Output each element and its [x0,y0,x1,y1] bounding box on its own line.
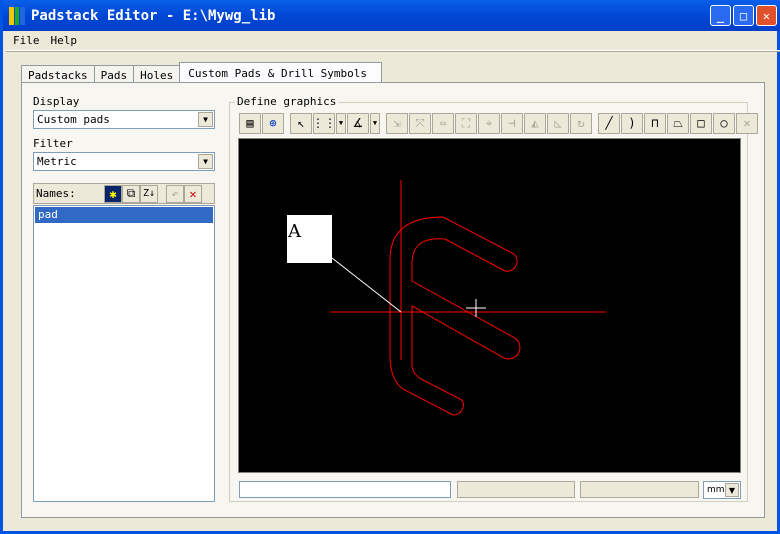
filter-value: Metric [37,155,77,168]
title-bar: Padstack Editor - E:\Mywg_lib _ □ ✕ [3,0,780,31]
list-item[interactable]: pad [35,207,213,223]
chevron-down-icon[interactable]: ▼ [725,483,739,497]
chamfer-icon[interactable]: ◺ [547,112,569,134]
display-label: Display [33,95,80,108]
line-icon[interactable]: ╱ [598,112,620,134]
menu-help[interactable]: Help [51,34,78,47]
align-icon[interactable]: ⇲ [386,112,408,134]
select-pointer-icon[interactable]: ↖ [290,112,312,134]
window-title: Padstack Editor - E:\Mywg_lib [31,7,276,24]
move-icon[interactable]: ⌖ [478,112,500,134]
display-select[interactable]: Custom pads ▼ [33,110,215,129]
padstack-editor-window: Padstack Editor - E:\Mywg_lib _ □ ✕ File… [0,0,780,534]
graphics-canvas[interactable]: A [238,138,741,473]
units-select[interactable]: mm ▼ [703,481,741,499]
arc-icon[interactable]: ) [621,112,643,134]
display-value: Custom pads [37,113,110,126]
tab-bar: Padstacks Pads Holes Custom Pads & Drill… [21,62,383,84]
flip-icon[interactable]: ◭ [524,112,546,134]
menu-bar: File Help [6,31,780,51]
new-icon[interactable]: ✱ [104,184,122,203]
tab-custom-pads[interactable]: Custom Pads & Drill Symbols [179,62,383,84]
close-button[interactable]: ✕ [756,5,777,26]
names-label: Names: [36,187,76,200]
zoom-fit-icon[interactable]: ⊕ [262,112,284,134]
properties-icon[interactable]: ▤ [239,112,261,134]
trim-icon[interactable]: ⊣ [501,112,523,134]
rotate-icon[interactable]: ↻ [570,112,592,134]
shrink-icon[interactable]: ⇔ [432,112,454,134]
polyline-icon[interactable]: ⊓ [644,112,666,134]
names-toolbar: Names: ✱ ⧉ Z↓ ↶ ✕ [33,183,215,204]
canvas-drawing: A [287,180,606,416]
status-field-1 [457,481,575,498]
copy-icon[interactable]: ⧉ [122,184,140,203]
angle-icon[interactable]: ∡ [347,112,369,134]
chevron-down-icon[interactable]: ▼ [370,112,380,134]
sort-icon[interactable]: Z↓ [140,184,158,203]
undo-icon[interactable]: ↶ [166,184,184,203]
command-input[interactable] [239,481,451,498]
custom-pad-shape[interactable] [389,216,521,416]
minimize-button[interactable]: _ [710,5,731,26]
rectangle-icon[interactable]: □ [690,112,712,134]
expand-icon[interactable]: ⛶ [455,112,477,134]
app-icon [9,6,26,25]
filter-select[interactable]: Metric ▼ [33,152,215,171]
maximize-button[interactable]: □ [733,5,754,26]
grid-icon[interactable]: ⋮⋮ [312,112,336,134]
delete-shape-icon[interactable]: ✕ [736,112,758,134]
marker-text: A [287,221,302,242]
mirror-icon[interactable]: ⤧ [409,112,431,134]
define-graphics-label: Define graphics [235,95,339,108]
filter-label: Filter [33,137,73,150]
units-value: mm [707,485,725,495]
chevron-down-icon[interactable]: ▼ [336,112,346,134]
delete-icon[interactable]: ✕ [184,184,202,203]
chevron-down-icon[interactable]: ▼ [198,112,213,127]
chevron-down-icon[interactable]: ▼ [198,154,213,169]
menu-file[interactable]: File [13,34,40,47]
circle-icon[interactable]: ○ [713,112,735,134]
graphics-toolbar: ▤ ⊕ ↖ ⋮⋮ ▼ ∡ ▼ ⇲ ⤧ ⇔ ⛶ ⌖ ⊣ ◭ ◺ ↻ ╱ ) ⊓ ⏢… [239,112,758,134]
leader-line [331,257,402,313]
names-list[interactable]: pad [33,205,215,502]
polygon-icon[interactable]: ⏢ [667,112,689,134]
status-field-2 [580,481,699,498]
